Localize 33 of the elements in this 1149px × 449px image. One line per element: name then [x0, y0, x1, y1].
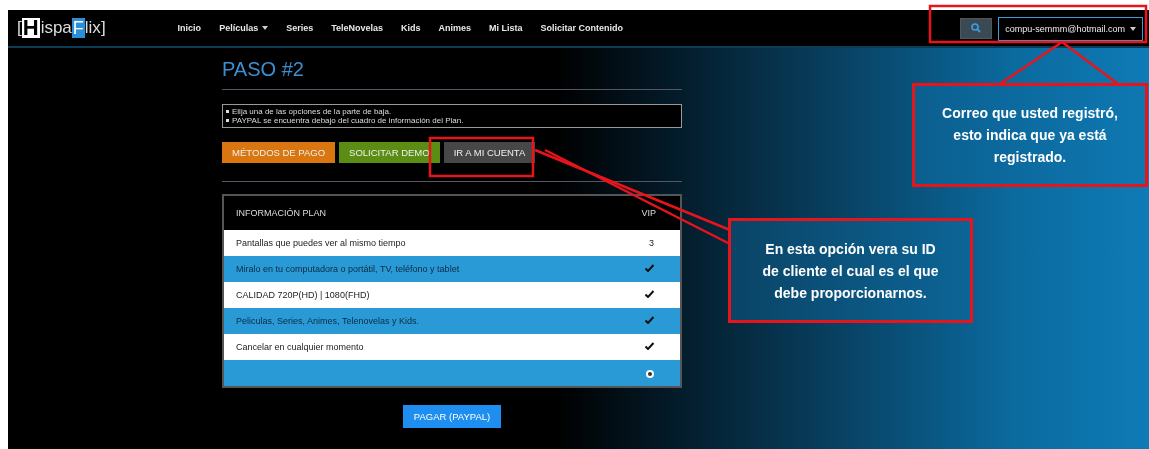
- action-button[interactable]: SOLICITAR DEMO: [339, 142, 440, 163]
- radio-button[interactable]: [646, 370, 654, 378]
- search-icon: [971, 23, 982, 33]
- nav-link[interactable]: Películas: [210, 23, 278, 33]
- check-icon: [645, 290, 654, 298]
- action-button[interactable]: IR A MI CUENTA: [443, 142, 536, 163]
- nav-link[interactable]: Mi Lista: [480, 23, 532, 33]
- info-text: Elija una de las opciones de la parte de baja.: [232, 107, 392, 116]
- table-cell: 3: [622, 230, 681, 256]
- nav-link[interactable]: Series: [277, 23, 323, 33]
- table-cell: Peliculas, Series, Animes, Telenovelas y Kids.: [223, 308, 622, 334]
- check-icon: [645, 342, 654, 350]
- table-cell: Pantallas que puedes ver al mismo tiempo: [223, 230, 622, 256]
- check-icon: [645, 264, 654, 272]
- callout: Correo que usted registró, esto indica que ya está registrado.: [912, 83, 1148, 187]
- column-header: INFORMACIÓN PLAN: [223, 195, 622, 230]
- callout: En esta opción vera su ID de cliente el cual es el que debe proporcionarnos.: [728, 218, 973, 323]
- nav-link[interactable]: TeleNovelas: [322, 23, 393, 33]
- logo[interactable]: [H ispaFlix]: [16, 16, 107, 40]
- table-cell: CALIDAD 720P(HD) | 1080(FHD): [223, 282, 622, 308]
- bullet-icon: [226, 110, 229, 113]
- step-title: PASO #2: [222, 57, 305, 82]
- account-dropdown[interactable]: compu-semmm@hotmail.com: [998, 17, 1143, 41]
- info-text: PAYPAL se encuentra debajo del cuadro de información del Plan.: [232, 116, 464, 125]
- table-cell: Cancelar en cualquier momento: [223, 334, 622, 360]
- nav-link[interactable]: Solicitar Contenido: [531, 23, 633, 33]
- search-button[interactable]: [960, 17, 993, 39]
- nav-link[interactable]: Inicio: [168, 23, 211, 33]
- check-icon: [645, 316, 654, 324]
- nav-link[interactable]: Animes: [429, 23, 481, 33]
- nav-link[interactable]: Kids: [392, 23, 430, 33]
- table-cell: Miralo en tu computadora o portátil, TV, teléfono y tablet: [223, 256, 622, 282]
- bullet-icon: [226, 119, 229, 122]
